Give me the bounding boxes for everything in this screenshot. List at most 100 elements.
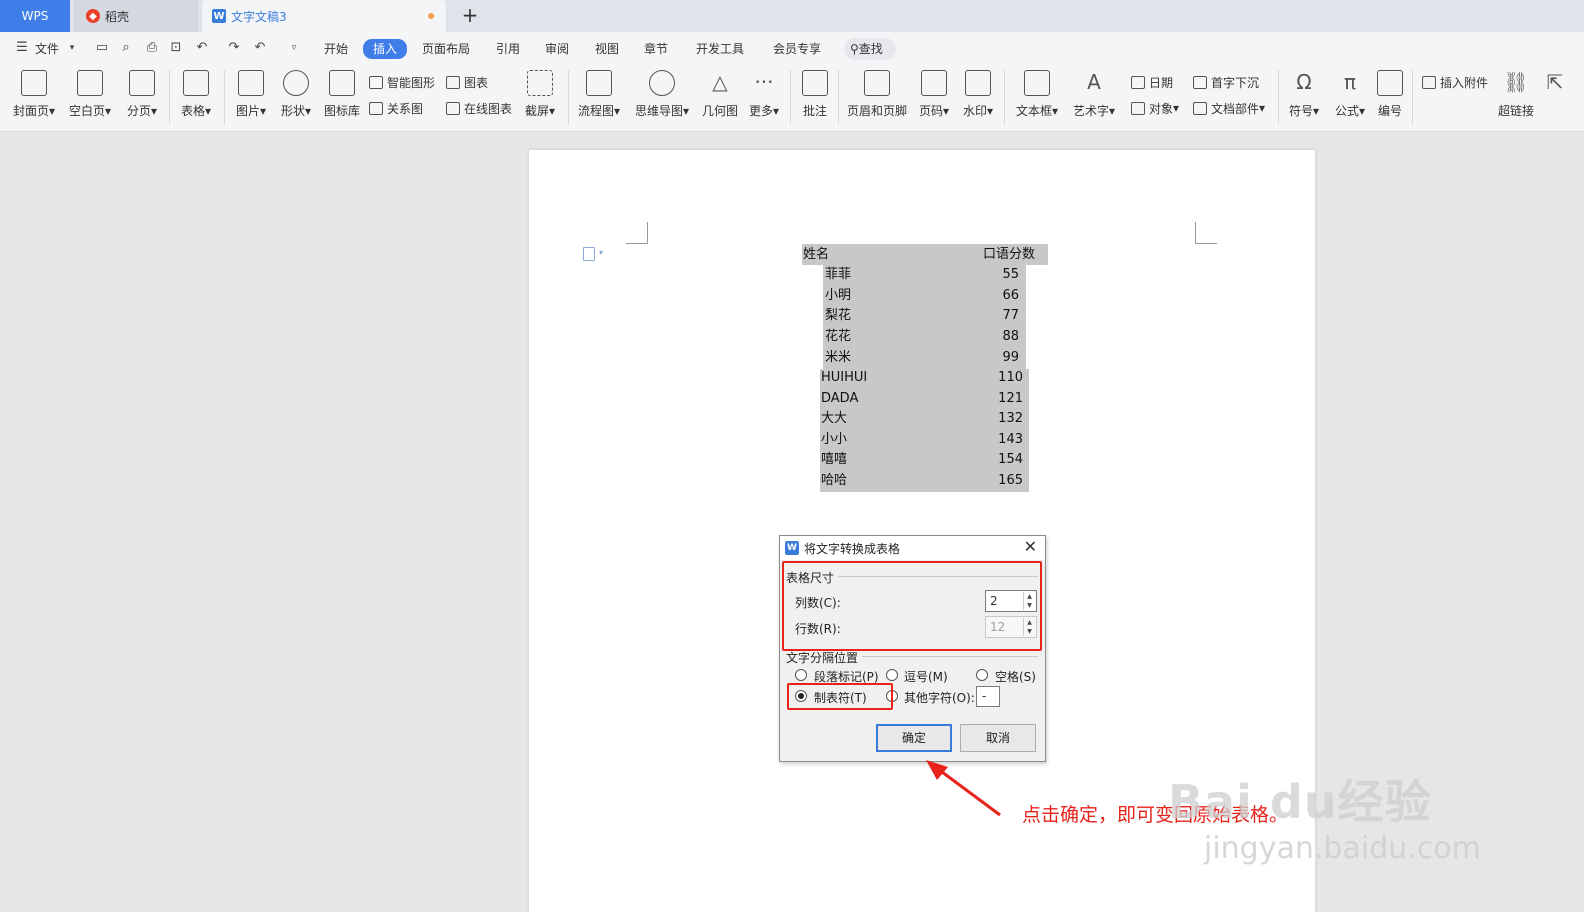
formula-button[interactable]: π 公式▾ — [1330, 70, 1370, 119]
name-cell[interactable]: HUIHUI — [821, 368, 867, 388]
radio-comma[interactable] — [886, 669, 898, 681]
paragraph-options-icon[interactable] — [583, 247, 595, 261]
cover-page-button[interactable]: 封面页▾ — [10, 70, 58, 119]
doc-part-button[interactable]: 文档部件 ▾ — [1193, 99, 1265, 117]
unsaved-dot-icon — [428, 13, 434, 19]
shape-button[interactable]: 形状▾ — [276, 70, 316, 119]
name-cell[interactable]: 小明 — [825, 286, 851, 306]
date-button[interactable]: 日期 — [1131, 73, 1173, 91]
format-painter-icon[interactable]: ⌕ — [118, 40, 134, 56]
numbering-button[interactable]: 编号 — [1374, 70, 1406, 119]
undo-list-icon[interactable]: ↶ — [252, 40, 268, 56]
score-cell[interactable]: 55 — [969, 265, 1019, 285]
print-preview-icon[interactable]: ⊡ — [168, 40, 184, 56]
table-button[interactable]: 表格▾ — [176, 70, 216, 119]
header-score-cell[interactable]: 口语分数 — [983, 245, 1035, 265]
undo-icon[interactable]: ↶ — [194, 40, 210, 56]
symbol-button[interactable]: Ω 符号▾ — [1284, 70, 1324, 119]
score-cell[interactable]: 88 — [969, 327, 1019, 347]
name-cell[interactable]: 嘻嘻 — [821, 450, 847, 470]
menu-item-member[interactable]: 会员专享 — [773, 40, 821, 58]
baidu-watermark: Bai du经验 — [1168, 766, 1432, 832]
drop-cap-button[interactable]: 首字下沉 — [1193, 73, 1259, 91]
name-cell[interactable]: 梨花 — [825, 306, 851, 326]
menu-item-references[interactable]: 引用 — [496, 40, 520, 58]
score-cell[interactable]: 99 — [969, 348, 1019, 368]
relation-chart-button[interactable]: 关系图 — [369, 99, 423, 117]
insert-attachment-button[interactable]: 插入附件 — [1422, 73, 1488, 91]
redo-icon[interactable]: ↷ — [226, 40, 242, 56]
ribbon-divider — [224, 70, 225, 124]
score-cell[interactable]: 77 — [969, 306, 1019, 326]
menu-item-view[interactable]: 视图 — [595, 40, 619, 58]
wordart-button[interactable]: A 艺术字▾ — [1070, 70, 1118, 119]
save-icon[interactable]: ▭ — [94, 40, 110, 56]
menu-item-chapter[interactable]: 章节 — [644, 40, 668, 58]
search-button[interactable]: ⚲查找 — [844, 38, 896, 60]
other-char-input[interactable]: - — [976, 686, 1000, 707]
chevron-down-icon[interactable]: ▾ — [64, 40, 80, 56]
chart-button[interactable]: 图表 — [446, 73, 488, 91]
header-footer-button[interactable]: 页眉和页脚 — [846, 70, 908, 119]
crossref-button[interactable]: ⇱ — [1542, 70, 1564, 102]
blank-page-button[interactable]: 空白页▾ — [66, 70, 114, 119]
tab-document[interactable]: W 文字文稿3 — [202, 0, 446, 32]
print-icon[interactable]: ⎙ — [144, 40, 160, 56]
hyperlink-button[interactable]: ⛓ 超链接 — [1496, 70, 1536, 119]
radio-space[interactable] — [976, 669, 988, 681]
tab-daoke[interactable]: ◆ 稻壳 — [74, 0, 198, 32]
watermark-label: 水印 — [962, 104, 987, 118]
picture-button[interactable]: 图片▾ — [231, 70, 271, 119]
ok-button[interactable]: 确定 — [876, 724, 952, 752]
textbox-button[interactable]: 文本框▾ — [1013, 70, 1061, 119]
geometry-button[interactable]: △ 几何图 — [700, 70, 740, 119]
icon-library-button[interactable]: 图标库 — [322, 70, 362, 119]
close-icon[interactable]: ✕ — [1024, 538, 1037, 556]
smart-art-button[interactable]: 智能图形 — [369, 73, 435, 91]
header-name-cell[interactable]: 姓名 — [803, 245, 829, 265]
menu-item-insert[interactable]: 插入 — [363, 39, 408, 59]
page-break-button[interactable]: 分页▾ — [122, 70, 162, 119]
name-cell[interactable]: 大大 — [821, 409, 847, 429]
new-tab-button[interactable]: + — [458, 4, 482, 28]
name-cell[interactable]: 花花 — [825, 327, 851, 347]
more-label: 更多 — [748, 104, 773, 118]
chevron-down-icon[interactable]: ▾ — [599, 248, 603, 257]
radio-comma-label[interactable]: 逗号(M) — [904, 668, 948, 685]
name-cell[interactable]: DADA — [821, 389, 858, 409]
object-button[interactable]: 对象 ▾ — [1131, 99, 1179, 117]
radio-paragraph[interactable] — [795, 669, 807, 681]
name-cell[interactable]: 米米 — [825, 348, 851, 368]
menu-item-developer[interactable]: 开发工具 — [696, 40, 744, 58]
menu-item-start[interactable]: 开始 — [324, 40, 348, 58]
flowchart-button[interactable]: 流程图▾ — [576, 70, 622, 119]
tab-wps-home[interactable]: WPS — [0, 0, 70, 32]
score-cell[interactable]: 121 — [969, 389, 1023, 409]
more-button[interactable]: ··· 更多▾ — [747, 70, 781, 119]
name-cell[interactable]: 哈哈 — [821, 471, 847, 491]
page-number-button[interactable]: 页码▾ — [916, 70, 952, 119]
online-chart-button[interactable]: 在线图表 — [446, 99, 512, 117]
hamburger-icon[interactable]: ☰ — [14, 40, 30, 56]
score-cell[interactable]: 165 — [969, 471, 1023, 491]
name-cell[interactable]: 菲菲 — [825, 265, 851, 285]
screenshot-button[interactable]: 截屏▾ — [520, 70, 560, 119]
dialog-titlebar[interactable]: W 将文字转换成表格 ✕ — [780, 536, 1045, 560]
score-cell[interactable]: 132 — [969, 409, 1023, 429]
customize-quick-access-icon[interactable]: ▿ — [286, 40, 302, 56]
menu-file[interactable]: 文件 — [35, 40, 59, 58]
score-cell[interactable]: 154 — [969, 450, 1023, 470]
blank-page-icon — [77, 70, 103, 96]
name-cell[interactable]: 小小 — [821, 430, 847, 450]
menu-item-layout[interactable]: 页面布局 — [422, 40, 470, 58]
score-cell[interactable]: 143 — [969, 430, 1023, 450]
cancel-button[interactable]: 取消 — [960, 724, 1036, 752]
radio-other-label[interactable]: 其他字符(O): — [904, 689, 975, 706]
mindmap-button[interactable]: 思维导图▾ — [633, 70, 691, 119]
score-cell[interactable]: 66 — [969, 286, 1019, 306]
menu-item-review[interactable]: 审阅 — [545, 40, 569, 58]
comment-button[interactable]: 批注 — [800, 70, 830, 119]
radio-space-label[interactable]: 空格(S) — [995, 668, 1036, 685]
score-cell[interactable]: 110 — [969, 368, 1023, 388]
watermark-button[interactable]: 水印▾ — [960, 70, 996, 119]
